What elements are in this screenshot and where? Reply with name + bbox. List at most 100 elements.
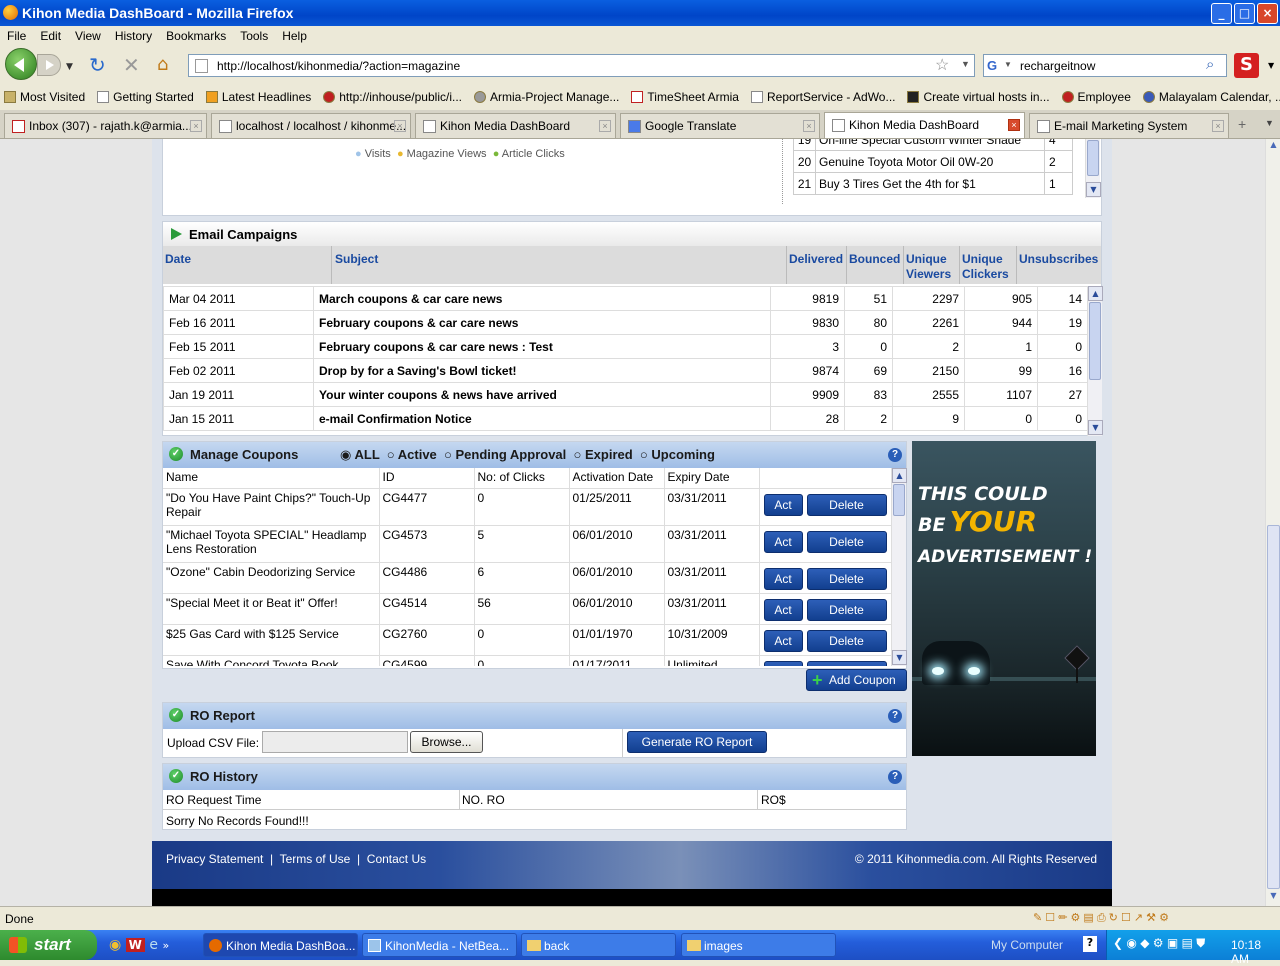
radio-selected-icon[interactable]: ◉ [340,447,351,462]
menu-view[interactable]: View [68,26,108,43]
search-icon[interactable]: ⌕ [1206,56,1214,73]
scroll-up-icon[interactable]: ▲ [892,468,907,483]
url-bar[interactable]: http://localhost/kihonmedia/?action=maga… [188,54,975,77]
bookmark-reportservice[interactable]: ReportService - AdWo... [747,86,904,104]
word-icon[interactable]: W [125,938,145,952]
menu-file[interactable]: File [0,26,33,43]
tray-icons[interactable]: ❮ ◉ ◆ ⚙ ▣ ▤ ⛊ [1113,936,1205,951]
csv-file-input[interactable] [262,731,408,753]
col-unique-viewers[interactable]: Unique Viewers [906,252,958,282]
delete-button[interactable]: Delete [806,493,887,516]
tab-close-icon[interactable]: × [1008,119,1020,131]
scroll-down-icon[interactable]: ▼ [1088,420,1103,435]
bookmark-latest-headlines[interactable]: Latest Headlines [202,86,319,104]
act-button[interactable]: Act [763,660,803,666]
scroll-down-icon[interactable]: ▼ [1267,891,1280,904]
forward-icon[interactable] [37,54,61,76]
help-icon[interactable]: ? [888,709,902,723]
task-images-folder[interactable]: images [681,933,836,957]
filter-expired[interactable]: ○ Expired [574,447,633,462]
col-bounced[interactable]: Bounced [849,252,900,266]
tab-close-icon[interactable]: × [803,120,815,132]
menu-help[interactable]: Help [275,26,314,43]
tab-kihon-active[interactable]: Kihon Media DashBoard × [824,112,1025,138]
scroll-down-icon[interactable]: ▼ [1086,182,1101,197]
coupons-scrollbar[interactable]: ▲ ▼ [891,468,907,666]
menu-edit[interactable]: Edit [33,26,68,43]
tab-close-icon[interactable]: × [394,120,406,132]
top-list-scrollbar[interactable]: ▼ [1085,139,1101,198]
scroll-up-icon[interactable]: ▲ [1088,286,1103,301]
addon-dropdown-icon[interactable]: ▼ [1268,61,1274,70]
engine-dropdown-icon[interactable]: ▼ [1004,60,1012,69]
scroll-thumb[interactable] [893,484,905,516]
filter-pending[interactable]: ○ Pending Approval [444,447,566,462]
ie-icon[interactable]: e [149,937,158,953]
bookmark-timesheet[interactable]: TimeSheet Armia [627,86,747,104]
url-dropdown-icon[interactable]: ▼ [961,59,970,69]
history-dropdown-icon[interactable]: ▼ [66,62,73,72]
page-scrollbar[interactable]: ▲ ▼ [1265,139,1280,906]
scroll-thumb[interactable] [1087,140,1099,176]
col-unsubscribes[interactable]: Unsubscribes [1019,252,1098,266]
bookmark-virtual-hosts[interactable]: Create virtual hosts in... [903,86,1057,104]
delete-button[interactable]: Delete [806,629,887,652]
maximize-button[interactable]: □ [1234,3,1255,24]
tab-phpmyadmin[interactable]: localhost / localhost / kihonme... × [211,113,411,138]
addon-status-icon[interactable]: ✎ ☐ ✏ ⚙ ▤ ⎙ ↻ ☐ ↗ ⚒ ⚙ [1033,911,1169,925]
task-firefox[interactable]: Kihon Media DashBoa... [203,933,358,957]
col-delivered[interactable]: Delivered [789,252,843,266]
privacy-link[interactable]: Privacy Statement [166,852,263,866]
star-icon[interactable]: ☆ [935,55,949,75]
bookmark-getting-started[interactable]: Getting Started [93,86,202,104]
browse-button[interactable]: Browse... [410,731,483,753]
radio-icon[interactable]: ○ [444,447,452,462]
new-tab-icon[interactable]: + [1238,116,1246,132]
act-button[interactable]: Act [763,567,803,590]
home-icon[interactable]: ⌂ [157,54,168,76]
bookmark-malayalam-calendar[interactable]: Malayalam Calendar, ... [1139,86,1280,104]
contact-link[interactable]: Contact Us [367,852,426,866]
start-button[interactable]: start [0,930,97,960]
task-back-folder[interactable]: back [521,933,676,957]
back-icon[interactable] [5,48,37,80]
chrome-icon[interactable]: ◉ [109,937,121,953]
act-button[interactable]: Act [763,629,803,652]
scroll-up-icon[interactable]: ▲ [1267,140,1280,153]
add-coupon-button[interactable]: + Add Coupon [806,669,907,691]
act-button[interactable]: Act [763,598,803,621]
tab-google-translate[interactable]: Google Translate × [620,113,820,138]
generate-ro-report-button[interactable]: Generate RO Report [627,731,767,753]
tab-email-marketing[interactable]: E-mail Marketing System × [1029,113,1229,138]
advertisement-banner[interactable]: THIS COULD BE YOUR ADVERTISEMENT ! [912,441,1096,756]
delete-button[interactable]: Delete [806,530,887,553]
more-launch-icon[interactable]: » [162,939,169,952]
stop-icon[interactable]: ✕ [123,54,140,76]
col-date[interactable]: Date [165,252,191,266]
bookmark-armia-project[interactable]: Armia-Project Manage... [470,86,627,104]
filter-all[interactable]: ◉ ALL [340,447,380,462]
menu-tools[interactable]: Tools [233,26,275,43]
col-subject[interactable]: Subject [335,252,378,266]
minimize-button[interactable]: _ [1211,3,1232,24]
menu-bookmarks[interactable]: Bookmarks [159,26,233,43]
delete-button[interactable]: Delete [806,660,887,666]
help-icon[interactable]: ? [888,770,902,784]
close-button[interactable]: × [1257,3,1278,24]
google-icon[interactable]: G [987,58,997,73]
bookmark-inhouse[interactable]: http://inhouse/public/i... [319,86,470,104]
scroll-thumb[interactable] [1267,525,1280,889]
act-button[interactable]: Act [763,530,803,553]
bookmark-most-visited[interactable]: Most Visited [0,86,93,104]
tab-close-icon[interactable]: × [1212,120,1224,132]
menu-history[interactable]: History [108,26,159,43]
reload-icon[interactable]: ↻ [89,54,106,76]
help-icon[interactable]: ? [888,448,902,462]
scroll-down-icon[interactable]: ▼ [892,650,907,665]
tab-inbox[interactable]: Inbox (307) - rajath.k@armia... × [4,113,207,138]
my-computer-label[interactable]: My Computer [991,938,1063,952]
col-unique-clickers[interactable]: Unique Clickers [962,252,1014,282]
help-tray-icon[interactable]: ? [1083,936,1097,952]
act-button[interactable]: Act [763,493,803,516]
addon-s-icon[interactable]: S [1234,53,1259,78]
